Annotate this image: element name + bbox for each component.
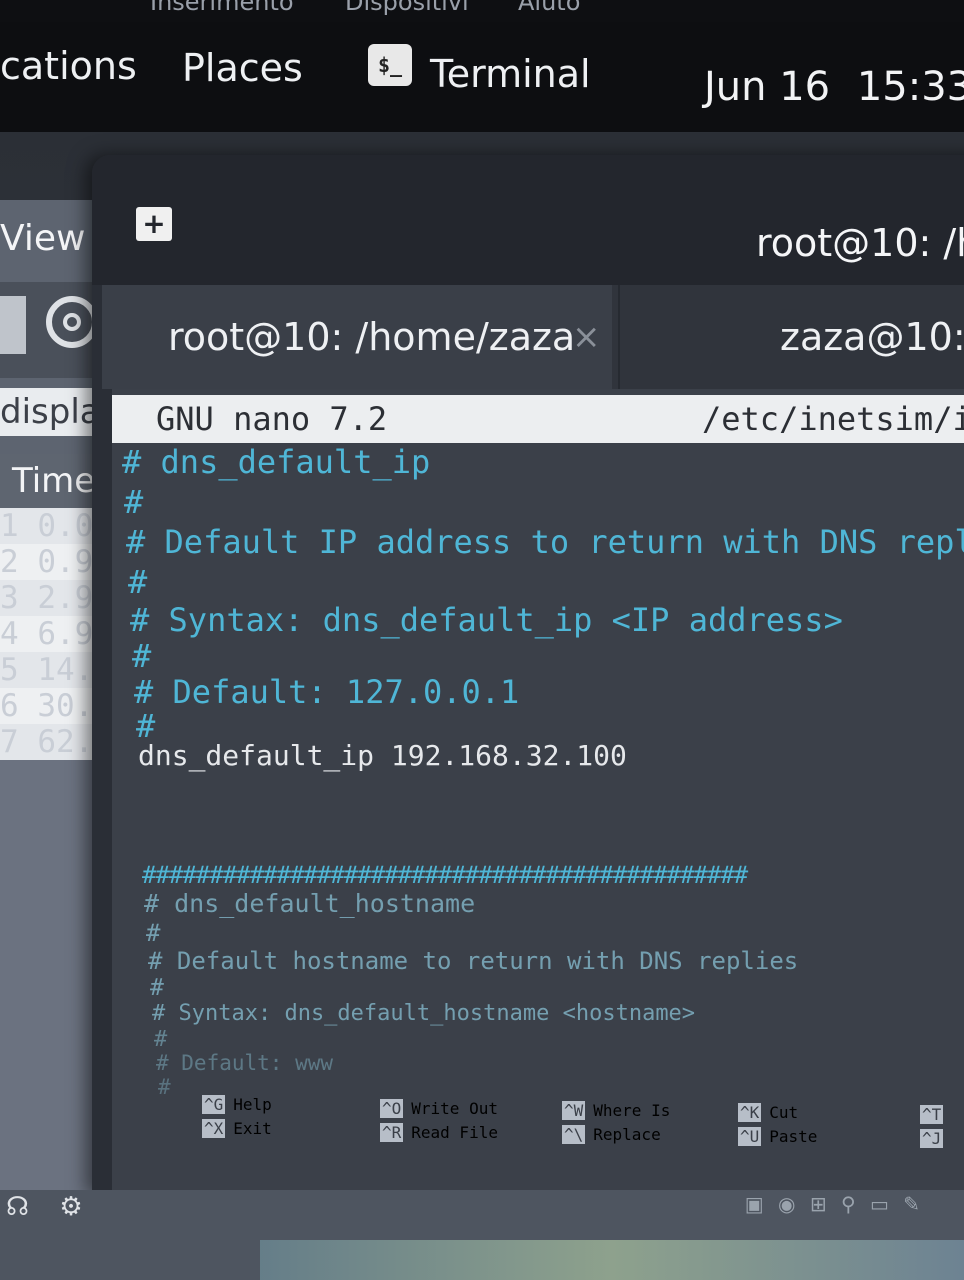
tab-bar: root@10: /home/zaza × zaza@10: ~ <box>102 285 964 389</box>
text-line: # <box>158 1075 171 1099</box>
nano-header: GNU nano 7.2 /etc/inetsim/i <box>112 395 964 443</box>
shortcut-key: ^R <box>380 1123 404 1142</box>
clock[interactable]: Jun 16 15:33 <box>704 64 964 110</box>
text-line: # Default IP address to return with DNS … <box>126 523 964 561</box>
shortcut-key: ^K <box>738 1103 762 1122</box>
text-line: # <box>132 637 152 675</box>
edit-icon[interactable]: ✎ <box>903 1192 924 1216</box>
shortcut-write-out[interactable]: ^O Write Out <box>380 1099 498 1118</box>
shortcut-exit[interactable]: ^X Exit <box>202 1119 272 1138</box>
applications-menu[interactable]: cations <box>0 44 137 88</box>
shortcut-key: ^G <box>202 1095 226 1114</box>
shortcut-label: Write Out <box>411 1099 498 1118</box>
window-title: root@10: /h <box>756 221 964 265</box>
nano-version: GNU nano 7.2 <box>156 400 388 438</box>
shortcut-justify[interactable]: ^J <box>920 1129 951 1148</box>
shortcut-label: Paste <box>769 1127 818 1146</box>
host-menu-item[interactable]: Aiuto <box>518 0 580 16</box>
shortcut-label: Read File <box>411 1123 498 1142</box>
terminal-icon[interactable]: $_ <box>368 44 412 86</box>
bookmark-icon[interactable] <box>0 296 26 354</box>
status-icons: ☊ ⚙ <box>6 1192 83 1222</box>
text-line: # Syntax: dns_default_hostname <hostname… <box>152 1001 696 1026</box>
host-desktop-strip <box>260 1240 964 1280</box>
host-menu-bar: Inserimento Dispositivi Aiuto <box>0 0 964 22</box>
tab-root[interactable]: root@10: /home/zaza <box>102 285 612 389</box>
gear-icon[interactable]: ⚙ <box>59 1192 82 1222</box>
clock-date: Jun 16 <box>704 64 831 110</box>
shortcut-label: Where Is <box>593 1101 671 1120</box>
cd-icon[interactable]: ◉ <box>778 1192 799 1216</box>
gear-icon[interactable] <box>46 296 98 348</box>
shortcut-execute[interactable]: ^T <box>920 1105 951 1124</box>
top-panel: cations Places $_ Terminal Jun 16 15:33 <box>0 22 964 132</box>
shortcut-key: ^W <box>562 1101 586 1120</box>
config-line-dns-default-ip: dns_default_ip 192.168.32.100 <box>138 739 627 772</box>
shortcut-where-is[interactable]: ^W Where Is <box>562 1101 670 1120</box>
new-tab-icon[interactable]: + <box>136 207 172 241</box>
folder-icon[interactable]: ▭ <box>870 1192 893 1216</box>
shortcut-read-file[interactable]: ^R Read File <box>380 1123 498 1142</box>
text-line: # <box>150 975 164 1001</box>
nano-filename: /etc/inetsim/i <box>702 400 964 438</box>
shortcut-key: ^J <box>920 1129 944 1148</box>
nano-editor[interactable]: GNU nano 7.2 /etc/inetsim/i # dns_defaul… <box>112 389 964 1195</box>
headset-icon[interactable]: ☊ <box>6 1192 29 1222</box>
shortcut-paste[interactable]: ^U Paste <box>738 1127 817 1146</box>
text-line: # <box>128 563 148 601</box>
shortcut-label: Help <box>233 1095 272 1114</box>
terminal-titlebar[interactable]: + root@10: /h <box>92 155 964 285</box>
terminal-launcher[interactable]: Terminal <box>430 52 591 96</box>
text-line: # <box>124 483 144 521</box>
places-menu[interactable]: Places <box>182 46 303 90</box>
text-line: # Default hostname to return with DNS re… <box>148 947 799 975</box>
text-line: # dns_default_hostname <box>144 889 476 918</box>
text-line: # <box>146 919 161 947</box>
tab-label: zaza@10: ~ <box>780 315 964 359</box>
shortcut-key: ^X <box>202 1119 226 1138</box>
shortcut-help[interactable]: ^G Help <box>202 1095 272 1114</box>
usb-icon[interactable]: ⚲ <box>841 1192 860 1216</box>
text-line: # <box>154 1027 168 1052</box>
host-menu-item[interactable]: Dispositivi <box>345 0 469 16</box>
shortcut-key: ^\ <box>562 1125 586 1144</box>
hdd-icon[interactable]: ▣ <box>745 1192 768 1216</box>
clock-time: 15:33 <box>856 64 964 110</box>
wireshark-menu-view[interactable]: View <box>0 218 85 259</box>
text-line: # Default: 127.0.0.1 <box>134 673 520 711</box>
shortcut-key: ^T <box>920 1105 944 1124</box>
text-line: # Default: www <box>156 1051 334 1075</box>
shortcut-label: Exit <box>233 1119 272 1138</box>
close-icon[interactable]: × <box>572 285 601 389</box>
shortcut-key: ^O <box>380 1099 404 1118</box>
network-icon[interactable]: ⊞ <box>810 1192 831 1216</box>
shortcut-label: Replace <box>593 1125 661 1144</box>
shortcut-key: ^U <box>738 1127 762 1146</box>
text-line: # dns_default_ip <box>122 443 431 481</box>
shortcut-label: Cut <box>769 1103 799 1122</box>
text-line: # Syntax: dns_default_ip <IP address> <box>130 601 843 639</box>
host-menu-item[interactable]: Inserimento <box>150 0 294 16</box>
separator-line: ########################################… <box>142 861 748 889</box>
shortcut-cut[interactable]: ^K Cut <box>738 1103 798 1122</box>
shortcut-replace[interactable]: ^\ Replace <box>562 1125 661 1144</box>
tab-label: root@10: /home/zaza <box>168 315 576 359</box>
vm-status-tray: ▣ ◉ ⊞ ⚲ ▭ ✎ <box>745 1192 924 1216</box>
screen: Inserimento Dispositivi Aiuto cations Pl… <box>0 0 964 1280</box>
tab-zaza[interactable]: zaza@10: ~ <box>618 285 964 389</box>
terminal-window: + root@10: /h root@10: /home/zaza × zaza… <box>92 155 964 1195</box>
